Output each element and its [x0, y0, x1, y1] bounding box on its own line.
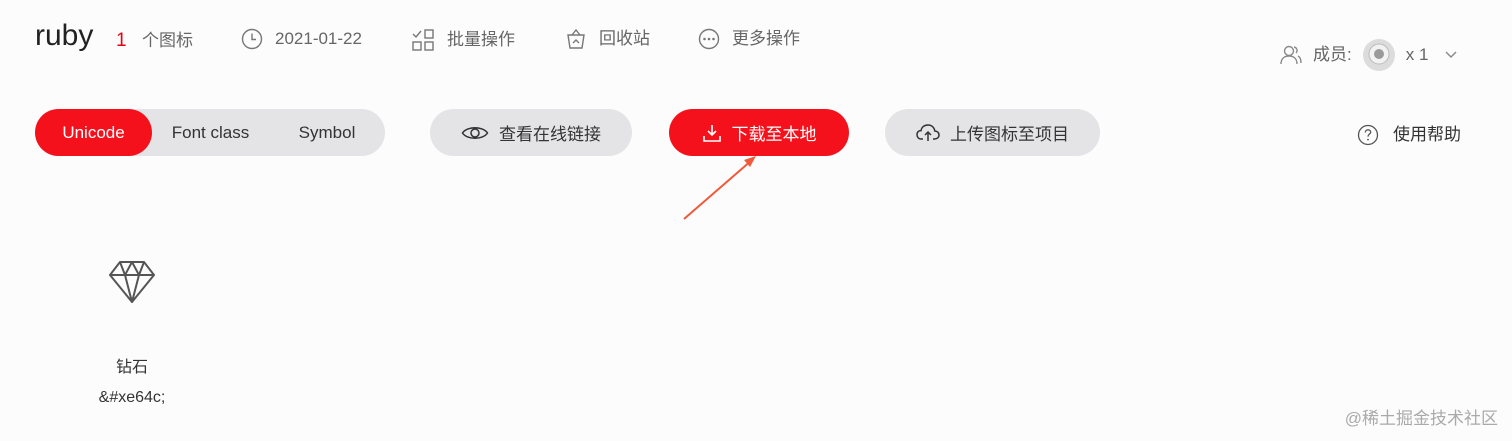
tab-font-class[interactable]: Font class — [152, 109, 269, 156]
download-icon — [702, 123, 722, 143]
recycle-bin-icon — [565, 28, 587, 50]
members-count: x 1 — [1405, 45, 1429, 64]
upload-icons-label: 上传图标至项目 — [950, 125, 1069, 144]
annotation-arrow — [683, 156, 756, 220]
tab-unicode[interactable]: Unicode — [35, 109, 152, 156]
recycle-bin-label: 回收站 — [599, 29, 650, 48]
watermark-text: @稀土掘金技术社区 — [1344, 409, 1498, 428]
download-label: 下载至本地 — [731, 125, 817, 144]
more-operations-button[interactable]: 更多操作 — [698, 28, 800, 50]
cloud-upload-icon — [916, 123, 940, 143]
icon-name: 钻石 — [115, 359, 148, 376]
help-label: 使用帮助 — [1393, 125, 1461, 144]
view-online-link-label: 查看在线链接 — [499, 125, 601, 144]
project-date: 2021-01-22 — [275, 29, 362, 48]
tab-symbol[interactable]: Symbol — [269, 109, 385, 156]
chevron-down-icon — [1444, 50, 1458, 60]
members-label: 成员: — [1313, 45, 1352, 64]
icon-count: 1 — [116, 30, 127, 51]
eye-icon — [461, 124, 489, 142]
clock-icon — [241, 28, 263, 50]
icon-card-diamond[interactable]: 钻石 &#xe64c; — [82, 250, 182, 409]
help-question-icon — [1357, 124, 1379, 146]
view-online-link-button[interactable]: 查看在线链接 — [430, 109, 632, 156]
batch-operations-button[interactable]: 批量操作 — [411, 28, 515, 52]
more-dots-icon — [698, 28, 720, 50]
code-type-tabs: Unicode Font class Symbol — [35, 109, 385, 156]
date-info: 2021-01-22 — [241, 28, 362, 50]
icon-code: &#xe64c; — [98, 389, 166, 406]
more-operations-label: 更多操作 — [732, 29, 800, 48]
download-button[interactable]: 下载至本地 — [669, 109, 849, 156]
batch-operations-label: 批量操作 — [447, 30, 515, 49]
members-dropdown[interactable]: 成员: x 1 — [1279, 38, 1458, 72]
recycle-bin-button[interactable]: 回收站 — [565, 28, 650, 50]
batch-grid-icon — [411, 28, 435, 52]
diamond-icon — [108, 259, 156, 305]
avatar — [1362, 38, 1396, 72]
icon-count-label: 个图标 — [142, 31, 193, 50]
upload-icons-button[interactable]: 上传图标至项目 — [885, 109, 1100, 156]
help-link[interactable]: 使用帮助 — [1357, 124, 1461, 146]
project-title: ruby — [35, 19, 94, 52]
members-icon — [1279, 43, 1303, 67]
